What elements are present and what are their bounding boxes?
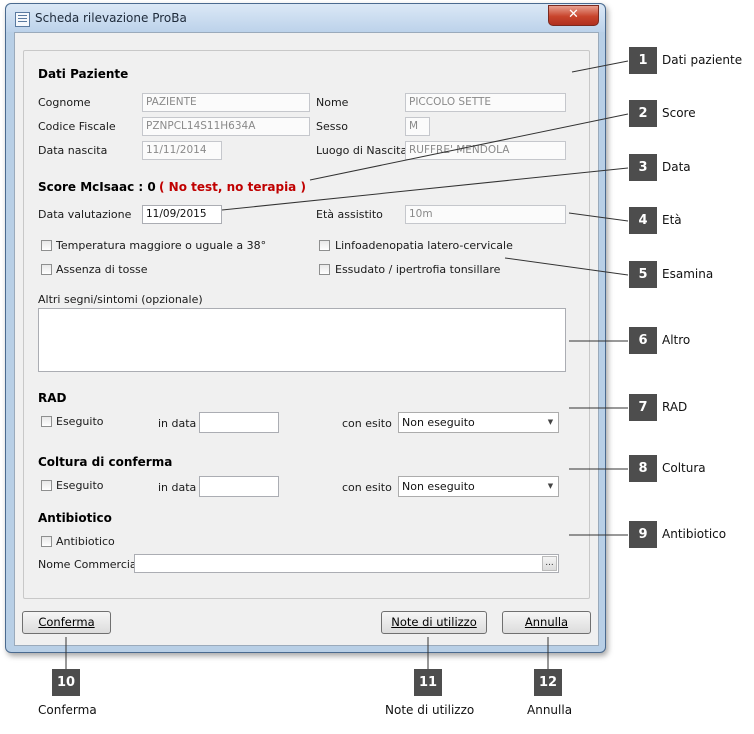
callout-badge-12: 12 bbox=[534, 669, 562, 696]
callout-badge-10: 10 bbox=[52, 669, 80, 696]
callout-badge-3: 3 bbox=[629, 154, 657, 181]
callout-label-7: RAD bbox=[662, 400, 688, 414]
callout-badge-5: 5 bbox=[629, 261, 657, 288]
callout-line-2 bbox=[309, 113, 629, 181]
callout-line-5 bbox=[504, 257, 629, 276]
callout-label-11: Note di utilizzo bbox=[385, 703, 475, 717]
callout-line-1 bbox=[571, 60, 629, 73]
callout-label-1: Dati paziente bbox=[662, 53, 743, 67]
callout-badge-4: 4 bbox=[629, 207, 657, 234]
callout-badge-8: 8 bbox=[629, 455, 657, 482]
callout-badge-6: 6 bbox=[629, 327, 657, 354]
callout-badge-11: 11 bbox=[414, 669, 442, 696]
callout-badge-2: 2 bbox=[629, 100, 657, 127]
callout-label-8: Coltura bbox=[662, 461, 706, 475]
callout-badge-7: 7 bbox=[629, 394, 657, 421]
callout-label-5: Esamina bbox=[662, 267, 714, 281]
callout-badge-9: 9 bbox=[629, 521, 657, 548]
callout-line-4 bbox=[568, 212, 629, 222]
callout-label-12: Annulla bbox=[527, 703, 573, 717]
callout-label-2: Score bbox=[662, 106, 696, 120]
callout-label-10: Conferma bbox=[38, 703, 97, 717]
callout-label-4: Età bbox=[662, 213, 682, 227]
callout-badge-1: 1 bbox=[629, 47, 657, 74]
callout-label-9: Antibiotico bbox=[662, 527, 727, 541]
callout-label-6: Altro bbox=[662, 333, 691, 347]
callout-label-3: Data bbox=[662, 160, 691, 174]
callout-line-3 bbox=[221, 167, 629, 211]
